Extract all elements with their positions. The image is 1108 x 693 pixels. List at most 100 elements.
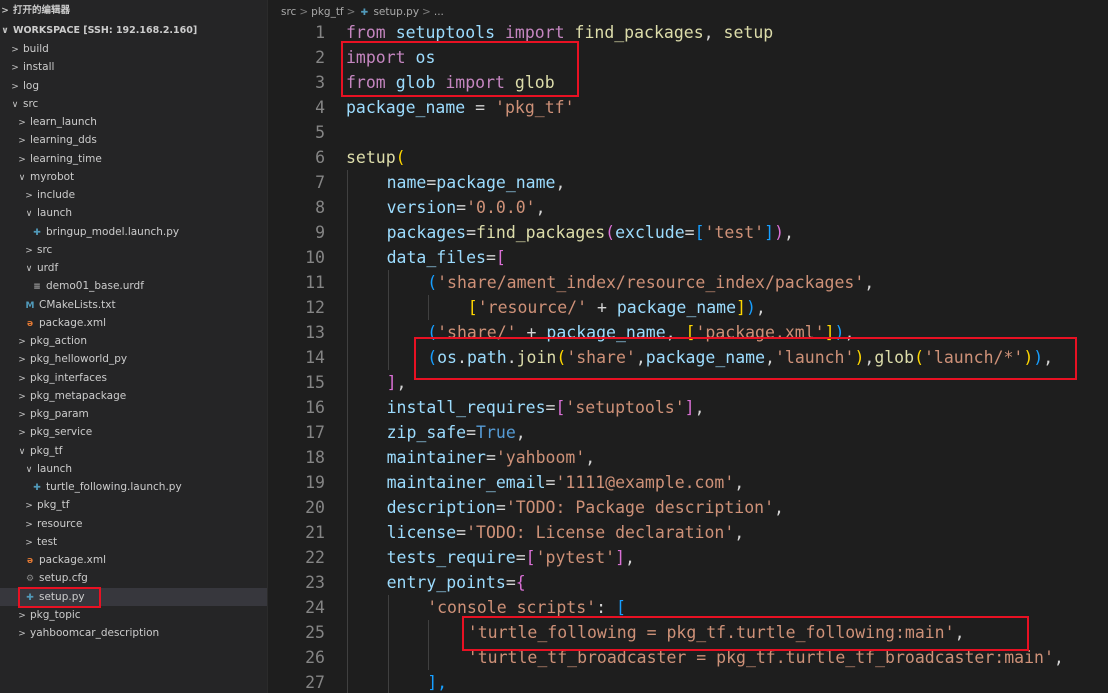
tree-folder[interactable]: ∨ launch — [0, 204, 267, 222]
code-token: package_name — [616, 298, 737, 317]
code-line[interactable]: 4 package_name = 'pkg_tf' — [269, 95, 1108, 120]
open-editors-section[interactable]: > 打开的编辑器 — [0, 2, 267, 20]
tree-folder[interactable]: > pkg_tf — [0, 496, 267, 514]
indent-guide — [347, 345, 348, 370]
tree-item-label: bringup_model.launch.py — [46, 225, 180, 238]
tree-file[interactable]: M CMakeLists.txt — [0, 296, 267, 314]
chevron-right-icon: > — [18, 118, 26, 128]
code-token: os — [415, 48, 436, 67]
indent-guide — [428, 295, 430, 320]
code-token: , — [665, 323, 686, 342]
code-token: 'pytest' — [535, 548, 616, 567]
chevron-down-icon: ∨ — [25, 264, 33, 274]
line-number: 27 — [305, 673, 325, 692]
tree-file[interactable]: ə package.xml — [0, 551, 267, 569]
code-line[interactable]: 24 'console_scripts': [ — [269, 595, 1108, 620]
code-token: , — [734, 523, 745, 542]
tree-folder[interactable]: > resource — [0, 515, 267, 533]
chevron-down-icon: ∨ — [18, 446, 26, 457]
tree-folder[interactable]: > pkg_service — [0, 423, 267, 441]
breadcrumb-item-setup-py[interactable]: setup.py — [373, 6, 419, 18]
indent-guide — [347, 570, 348, 595]
code-line[interactable]: 12 ['resource/' + package_name]), — [269, 295, 1108, 320]
tree-folder[interactable]: > build — [0, 40, 267, 58]
tree-folder[interactable]: ∨ urdf — [0, 259, 267, 277]
breadcrumb-item-src[interactable]: src — [281, 6, 296, 18]
tree-folder[interactable]: > include — [0, 186, 267, 204]
tree-folder[interactable]: > learning_time — [0, 150, 267, 168]
code-line[interactable]: 1 from setuptools import find_packages, s… — [269, 20, 1108, 45]
chevron-right-icon: > — [25, 191, 33, 201]
chevron-right-icon: > — [18, 410, 26, 420]
tree-folder[interactable]: > pkg_interfaces — [0, 369, 267, 387]
tree-item-label: launch — [37, 207, 73, 220]
indent-guide — [347, 170, 348, 195]
tree-folder[interactable]: ∨ src — [0, 95, 267, 113]
tree-item-label: pkg_tf — [30, 444, 63, 457]
code-line[interactable]: 13 ('share/' + package_name, ['package.xm… — [269, 320, 1108, 345]
breadcrumb-item-pkg-tf[interactable]: pkg_tf — [311, 6, 343, 18]
code-line[interactable]: 11 ('share/ament_index/resource_index/pac… — [269, 270, 1108, 295]
code-line[interactable]: 5 — [269, 120, 1108, 145]
code-line[interactable]: 14 (os.path.join('share',package_name,'la… — [269, 345, 1108, 370]
code-line[interactable]: 3 from glob import glob — [269, 70, 1108, 95]
code-line[interactable]: 10 data_files=[ — [269, 245, 1108, 270]
chevron-down-icon: ∨ — [11, 99, 19, 110]
tree-folder[interactable]: > learning_dds — [0, 131, 267, 149]
code-token: ) — [1023, 348, 1034, 367]
tree-file[interactable]: ⚙ setup.cfg — [0, 569, 267, 587]
code-line[interactable]: 20 description='TODO: Package description… — [269, 495, 1108, 520]
tree-folder[interactable]: ∨ myrobot — [0, 168, 267, 186]
tree-file[interactable]: ✚ turtle_following.launch.py — [0, 478, 267, 496]
tree-folder[interactable]: > install — [0, 58, 267, 76]
tree-folder[interactable]: > yahboomcar_description — [0, 624, 267, 642]
code-token: [ — [495, 248, 506, 267]
code-line[interactable]: 19 maintainer_email='1111@example.com', — [269, 470, 1108, 495]
tree-folder[interactable]: > src — [0, 241, 267, 259]
tree-item-label: pkg_param — [30, 408, 89, 420]
tree-item-label: learn_launch — [30, 116, 97, 128]
code-token: version — [386, 198, 457, 217]
code-line[interactable]: 7 name=package_name, — [269, 170, 1108, 195]
code-token: = — [465, 98, 496, 117]
code-line[interactable]: 8 version='0.0.0', — [269, 195, 1108, 220]
code-text: data_files=[ — [387, 245, 506, 270]
code-token: [ — [467, 298, 478, 317]
tree-folder[interactable]: > pkg_metapackage — [0, 387, 267, 405]
tree-folder[interactable]: > learn_launch — [0, 113, 267, 131]
tree-folder[interactable]: ∨ launch — [0, 460, 267, 478]
code-token: description — [386, 498, 496, 517]
code-line[interactable]: 21 license='TODO: License declaration', — [269, 520, 1108, 545]
chevron-right-icon: > — [18, 391, 26, 402]
tree-folder[interactable]: > pkg_topic — [0, 606, 267, 624]
tree-folder[interactable]: > pkg_action — [0, 332, 267, 350]
code-line[interactable]: 15], — [269, 370, 1108, 395]
code-line[interactable]: 2 import os — [269, 45, 1108, 70]
code-line[interactable]: 16 install_requires=['setuptools'], — [269, 395, 1108, 420]
code-token: , — [535, 198, 546, 217]
code-token: , — [844, 323, 855, 342]
code-token: = — [485, 248, 496, 267]
tree-folder[interactable]: ∨ pkg_tf — [0, 442, 267, 460]
code-line[interactable]: 18 maintainer='yahboom', — [269, 445, 1108, 470]
tree-folder[interactable]: > pkg_helloworld_py — [0, 350, 267, 368]
tree-file[interactable]: ≡ demo01_base.urdf — [0, 277, 267, 295]
code-line[interactable]: 6 setup( — [269, 145, 1108, 170]
tree-folder[interactable]: > log — [0, 77, 267, 95]
code-line[interactable]: 17 zip_safe=True, — [269, 420, 1108, 445]
code-line[interactable]: 27], — [269, 670, 1108, 693]
code-line[interactable]: 9 packages=find_packages(exclude=['test']… — [269, 220, 1108, 245]
code-token: : — [596, 598, 616, 617]
code-line[interactable]: 22 tests_require=['pytest'], — [269, 545, 1108, 570]
code-editor[interactable]: src > pkg_tf > ✚ setup.py >... 1 from setuptool… — [269, 0, 1108, 693]
tree-file[interactable]: ✚ bringup_model.launch.py — [0, 223, 267, 241]
code-line[interactable]: 23 entry_points={ — [269, 570, 1108, 595]
breadcrumb-item-more[interactable]: ... — [434, 6, 444, 18]
code-line[interactable]: 25 'turtle_following = pkg_tf.turtle_foll… — [269, 620, 1108, 645]
tree-file[interactable]: ə package.xml — [0, 314, 267, 332]
workspace-section[interactable]: ∨ WORKSPACE [SSH: 192.168.2.160] — [0, 22, 267, 40]
code-token: , — [784, 223, 794, 242]
tree-folder[interactable]: > pkg_param — [0, 405, 267, 423]
code-line[interactable]: 26 'turtle_tf_broadcaster = pkg_tf.turtle… — [269, 645, 1108, 670]
tree-folder[interactable]: > test — [0, 533, 267, 551]
